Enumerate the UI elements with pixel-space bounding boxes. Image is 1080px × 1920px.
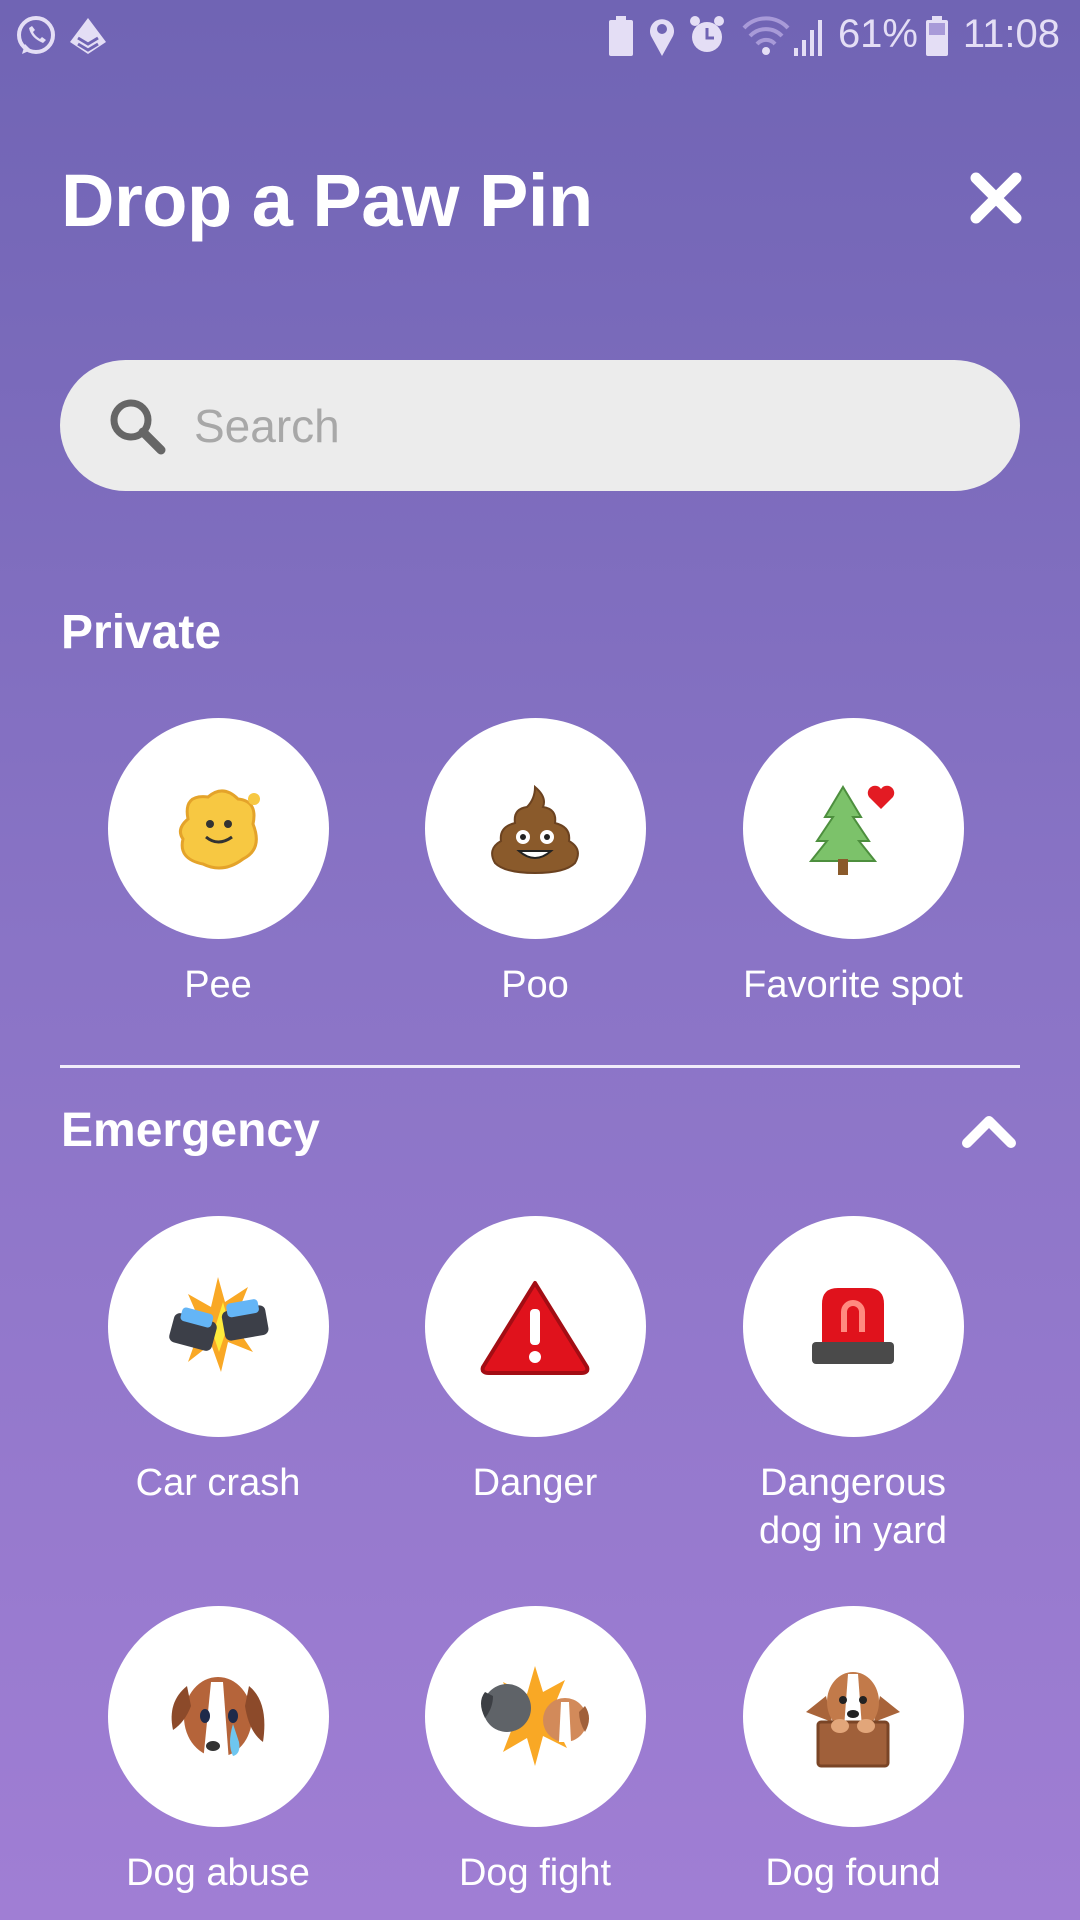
section-title-emergency: Emergency (61, 1104, 320, 1157)
battery-percent: 61% (837, 12, 918, 56)
pin-label: Favorite spot (743, 964, 963, 1006)
pin-label: Car crash (135, 1462, 301, 1504)
pin-dog-found[interactable]: Dog found (703, 1606, 1003, 1897)
battery-icon (926, 16, 948, 56)
pin-poo[interactable]: Poo (385, 718, 685, 1009)
pin-danger[interactable]: Danger (385, 1216, 685, 1507)
pin-circle[interactable] (742, 718, 964, 939)
siren-icon (812, 1287, 894, 1364)
pin-circle[interactable] (742, 1606, 964, 1827)
search-bar[interactable] (60, 360, 1020, 491)
pin-circle[interactable] (424, 1216, 646, 1437)
pin-circle[interactable] (424, 718, 646, 939)
pin-pee[interactable]: Pee (68, 718, 368, 1009)
pin-label: Dog found (765, 1852, 941, 1894)
pin-circle[interactable] (107, 1216, 329, 1437)
pin-label: Dangerous dog in yard (758, 1462, 947, 1552)
pin-label: Pee (184, 964, 252, 1006)
pin-dog-abuse[interactable]: Dog abuse (68, 1606, 368, 1897)
pin-car-crash[interactable]: Car crash (68, 1216, 368, 1507)
pin-dangerous-dog-in-yard[interactable]: Dangerous dog in yard (703, 1216, 1003, 1555)
dog-fight-icon (481, 1665, 589, 1766)
clock: 11:08 (962, 12, 1060, 56)
page-title: Drop a Paw Pin (61, 159, 593, 242)
poo-icon (491, 784, 579, 874)
tree-heart-icon (808, 784, 895, 875)
pin-favorite-spot[interactable]: Favorite spot (703, 718, 1003, 1009)
battery-saver-icon (609, 16, 633, 56)
wifi-icon (742, 16, 790, 55)
section-title-private: Private (61, 606, 222, 659)
pin-dog-fight[interactable]: Dog fight (385, 1606, 685, 1897)
section-divider (60, 1065, 1020, 1068)
warning-triangle-icon (480, 1280, 590, 1375)
alarm-icon (690, 16, 724, 52)
layers-app-icon (70, 18, 106, 54)
pin-label: Danger (472, 1462, 598, 1504)
whatsapp-icon (17, 16, 55, 54)
status-bar: 61% 11:08 (0, 0, 1080, 76)
signal-icon (794, 20, 822, 56)
pin-label: Dog fight (458, 1852, 612, 1894)
pin-circle[interactable] (107, 1606, 329, 1827)
close-icon[interactable] (966, 168, 1026, 228)
crying-dog-icon (171, 1676, 265, 1762)
pee-puddle-icon (178, 789, 260, 869)
car-crash-icon (169, 1276, 269, 1372)
pin-circle[interactable] (107, 718, 329, 939)
search-icon (110, 399, 166, 454)
pin-label: Poo (501, 964, 569, 1006)
search-input[interactable] (194, 398, 894, 453)
dog-in-box-icon (806, 1671, 900, 1767)
pin-circle[interactable] (742, 1216, 964, 1437)
pin-label: Dog abuse (126, 1852, 310, 1894)
pin-circle[interactable] (424, 1606, 646, 1827)
chevron-up-icon[interactable] (960, 1110, 1018, 1150)
location-icon (650, 19, 674, 56)
